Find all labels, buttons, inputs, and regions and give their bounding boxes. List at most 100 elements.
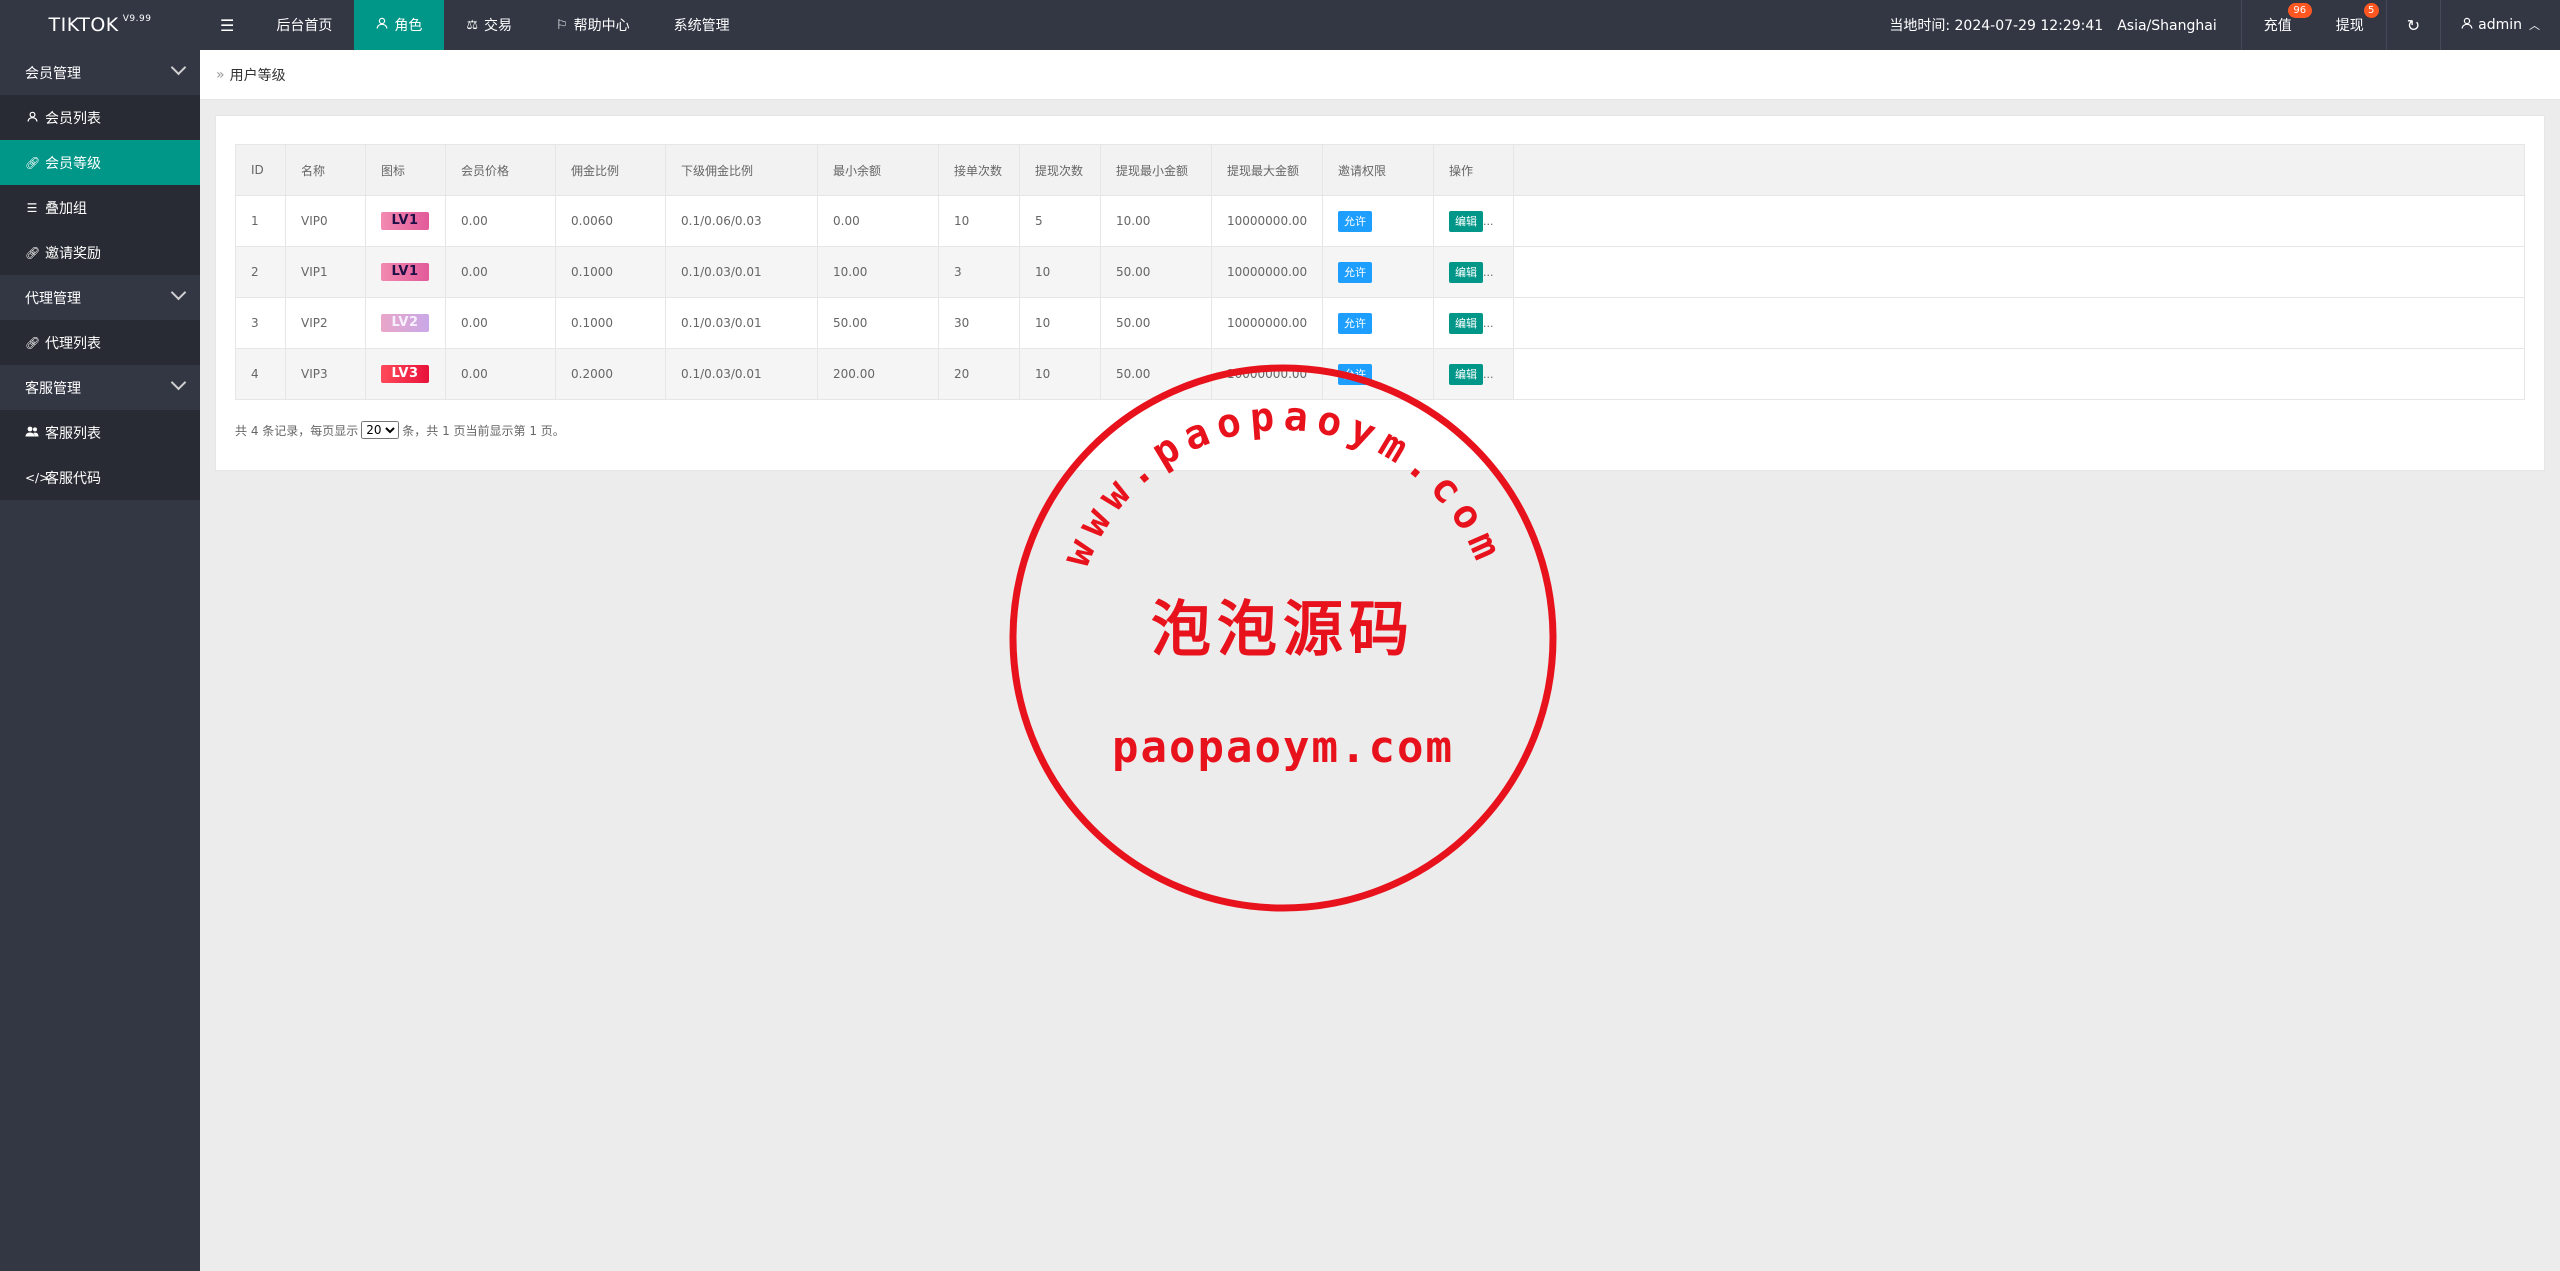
sidebar-item-member-list[interactable]: 会员列表 <box>0 95 200 140</box>
col-header-withdraw-times[interactable]: 提现次数 <box>1019 144 1101 196</box>
more-button[interactable]: ... <box>1483 317 1494 330</box>
sidebar: 会员管理 会员列表 🔗︎ 会员等级 ☰ 叠加组 🔗︎ 邀请奖励 代理管理 🔗︎ 代理列表… <box>0 50 200 1271</box>
flag-icon: ⚐ <box>556 17 568 33</box>
more-button[interactable]: ... <box>1483 266 1494 279</box>
cell-sub-commission: 0.1/0.03/0.01 <box>665 246 818 298</box>
cell-commission: 0.1000 <box>555 297 666 349</box>
withdraw-badge: 5 <box>2363 3 2379 18</box>
pagination-suffix: 条，共 1 页当前显示第 1 页。 <box>402 423 565 438</box>
stamp-title: 泡泡源码 <box>1151 595 1415 665</box>
recharge-label: 充值 <box>2263 18 2292 34</box>
level-badge-icon: LV1 <box>381 263 429 281</box>
nav-item-label: 交易 <box>484 18 512 34</box>
cell-price: 0.00 <box>445 195 556 247</box>
sidebar-item-agent-list[interactable]: 🔗︎ 代理列表 <box>0 320 200 365</box>
nav-item-system[interactable]: 系统管理 <box>652 0 752 50</box>
cell-action: 编辑... <box>1433 348 1514 400</box>
col-header-commission[interactable]: 佣金比例 <box>555 144 666 196</box>
col-header-min-balance[interactable]: 最小余额 <box>817 144 939 196</box>
col-header-orders[interactable]: 接单次数 <box>938 144 1020 196</box>
more-button[interactable]: ... <box>1483 368 1494 381</box>
nav-item-label: 后台首页 <box>276 18 333 34</box>
cell-withdraw-min: 50.00 <box>1100 348 1212 400</box>
page-size-select[interactable]: 20 <box>361 421 400 439</box>
col-header-id[interactable]: ID <box>235 144 286 196</box>
nav-item-label: 系统管理 <box>673 18 730 34</box>
cell-action: 编辑... <box>1433 195 1514 247</box>
cell-name: VIP3 <box>285 348 366 400</box>
chevron-down-icon <box>170 374 187 391</box>
sidebar-item-label: 客服代码 <box>45 470 101 487</box>
scale-icon: ⚖ <box>466 17 478 33</box>
cell-id: 4 <box>235 348 286 400</box>
allow-button[interactable]: 允许 <box>1338 261 1372 283</box>
sidebar-item-stack-group[interactable]: ☰ 叠加组 <box>0 185 200 230</box>
refresh-icon: ↻ <box>2406 15 2421 35</box>
nav-item-trade[interactable]: ⚖ 交易 <box>444 0 534 50</box>
double-chevron-right-icon: » <box>216 66 225 83</box>
sidebar-section-label: 会员管理 <box>25 65 81 82</box>
nav-item-home[interactable]: 后台首页 <box>254 0 354 50</box>
more-button[interactable]: ... <box>1483 215 1494 228</box>
cell-withdraw-max: 10000000.00 <box>1211 297 1323 349</box>
level-badge-icon: LV3 <box>381 365 429 383</box>
user-menu[interactable]: admin ︿ <box>2441 0 2560 50</box>
cell-withdraw-times: 10 <box>1019 297 1101 349</box>
sidebar-section-service[interactable]: 客服管理 <box>0 365 200 410</box>
col-header-sub-commission[interactable]: 下级佣金比例 <box>665 144 818 196</box>
cell-min-balance: 50.00 <box>817 297 939 349</box>
col-header-name[interactable]: 名称 <box>285 144 366 196</box>
cell-min-balance: 200.00 <box>817 348 939 400</box>
col-header-action[interactable]: 操作 <box>1433 144 1514 196</box>
user-icon <box>25 111 39 125</box>
col-header-withdraw-max[interactable]: 提现最大金额 <box>1211 144 1323 196</box>
cell-sub-commission: 0.1/0.03/0.01 <box>665 348 818 400</box>
app-name: TIKTOK <box>48 14 119 36</box>
nav-item-role[interactable]: 角色 <box>354 0 445 50</box>
cell-name: VIP0 <box>285 195 366 247</box>
col-header-icon[interactable]: 图标 <box>365 144 446 196</box>
edit-button[interactable]: 编辑 <box>1449 363 1483 385</box>
nav-item-help[interactable]: ⚐ 帮助中心 <box>534 0 652 50</box>
refresh-button[interactable]: ↻ <box>2387 0 2440 50</box>
allow-button[interactable]: 允许 <box>1338 312 1372 334</box>
sidebar-item-label: 邀请奖励 <box>45 245 101 262</box>
sidebar-toggle-button[interactable]: ☰ <box>200 0 254 50</box>
recharge-badge: 96 <box>2287 3 2312 18</box>
cell-withdraw-max: 10000000.00 <box>1211 348 1323 400</box>
table-filler <box>1513 246 2525 298</box>
cell-icon: LV1 <box>365 195 446 247</box>
cell-orders: 30 <box>938 297 1020 349</box>
cell-orders: 20 <box>938 348 1020 400</box>
col-header-invite[interactable]: 邀请权限 <box>1322 144 1434 196</box>
sidebar-item-invite-reward[interactable]: 🔗︎ 邀请奖励 <box>0 230 200 275</box>
chevron-up-icon: ︿ <box>2529 19 2540 32</box>
cell-icon: LV2 <box>365 297 446 349</box>
edit-button[interactable]: 编辑 <box>1449 312 1483 334</box>
cell-withdraw-min: 50.00 <box>1100 297 1212 349</box>
edit-button[interactable]: 编辑 <box>1449 261 1483 283</box>
table-header-row: ID 名称 图标 会员价格 佣金比例 下级佣金比例 最小余额 接单次数 提现次数… <box>235 144 2525 196</box>
user-icon <box>2461 17 2473 33</box>
col-header-price[interactable]: 会员价格 <box>445 144 556 196</box>
cell-name: VIP2 <box>285 297 366 349</box>
sidebar-item-member-level[interactable]: 🔗︎ 会员等级 <box>0 140 200 185</box>
table-row: 4 VIP3 LV3 0.00 0.2000 0.1/0.03/0.01 200… <box>235 348 2525 400</box>
sidebar-item-service-list[interactable]: 客服列表 <box>0 410 200 455</box>
withdraw-button[interactable]: 提现 5 <box>2314 0 2386 50</box>
col-header-withdraw-min[interactable]: 提现最小金额 <box>1100 144 1212 196</box>
cell-price: 0.00 <box>445 348 556 400</box>
cell-withdraw-max: 10000000.00 <box>1211 195 1323 247</box>
sidebar-section-agent[interactable]: 代理管理 <box>0 275 200 320</box>
cell-action: 编辑... <box>1433 297 1514 349</box>
table-row: 3 VIP2 LV2 0.00 0.1000 0.1/0.03/0.01 50.… <box>235 297 2525 349</box>
table-filler <box>1513 195 2525 247</box>
edit-button[interactable]: 编辑 <box>1449 210 1483 232</box>
sidebar-item-service-code[interactable]: </> 客服代码 <box>0 455 200 500</box>
allow-button[interactable]: 允许 <box>1338 210 1372 232</box>
recharge-button[interactable]: 充值 96 <box>2242 0 2314 50</box>
cell-commission: 0.0060 <box>555 195 666 247</box>
allow-button[interactable]: 允许 <box>1338 363 1372 385</box>
cell-commission: 0.2000 <box>555 348 666 400</box>
sidebar-section-member[interactable]: 会员管理 <box>0 50 200 95</box>
